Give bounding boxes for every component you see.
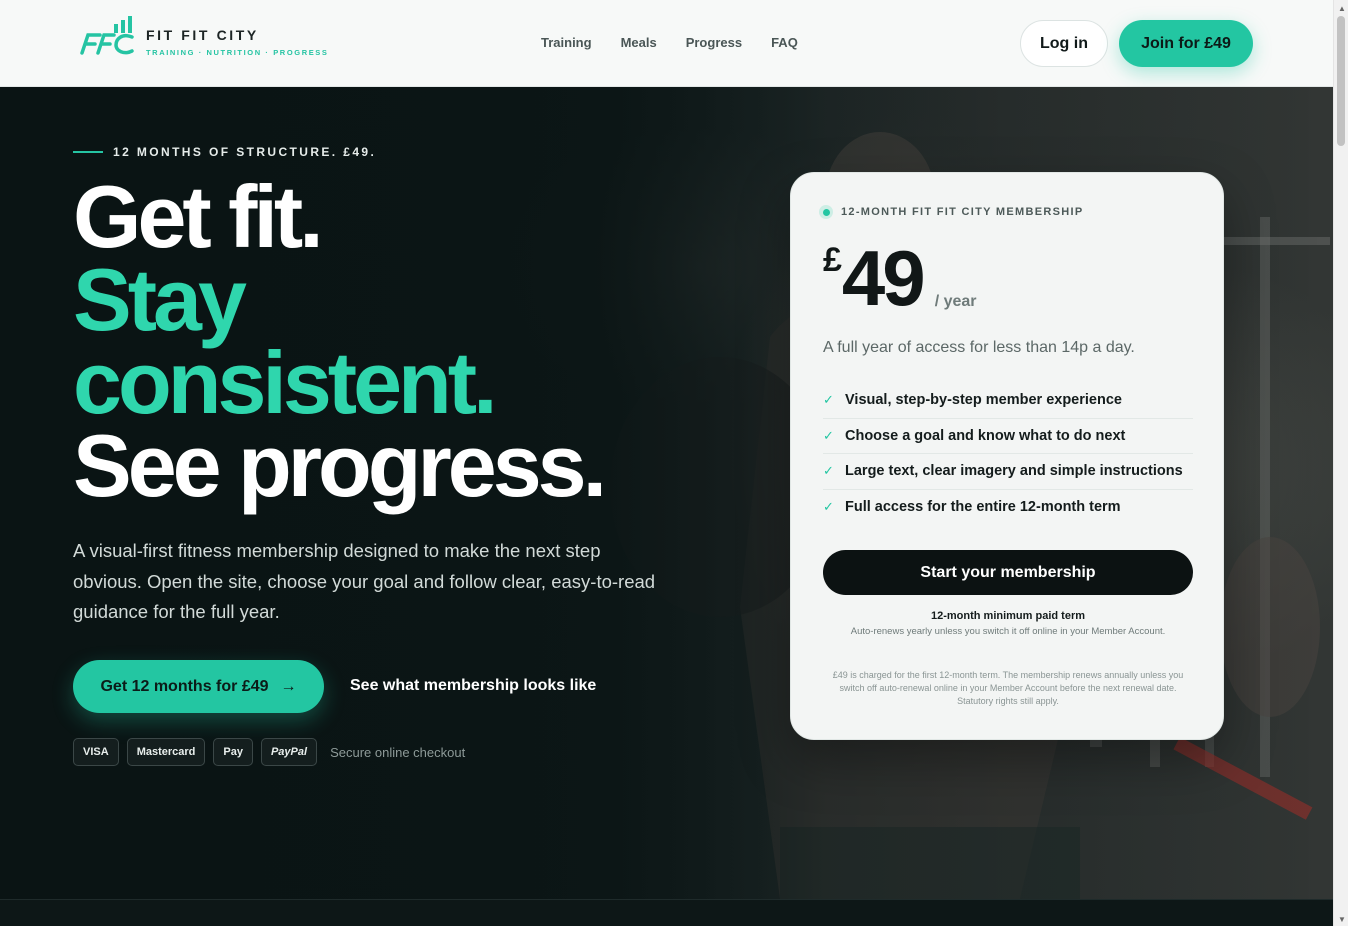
hero-description: A visual-first fitness membership design… [73, 540, 656, 622]
card-label-text: 12-MONTH FIT FIT CITY MEMBERSHIP [841, 206, 1084, 218]
visa-badge: VISA [73, 738, 119, 766]
price-amount: 49 [841, 234, 926, 322]
check-icon: ✓ [823, 463, 834, 479]
arrow-right-icon: → [280, 677, 297, 695]
page-scrollbar[interactable]: ▲ ▼ [1333, 0, 1348, 926]
nav-meals[interactable]: Meals [621, 35, 657, 50]
status-dot-icon [819, 205, 833, 219]
headline-line-3: consistent. [73, 333, 498, 432]
cta-primary-label: Get 12 months for £49 [100, 677, 269, 695]
headline-line-4: See progress. [73, 416, 607, 515]
term-subtitle: Auto-renews yearly unless you switch it … [850, 626, 1166, 637]
headline-line-1: Get fit. [73, 167, 324, 266]
get-membership-button[interactable]: Get 12 months for £49 → [73, 660, 324, 713]
nav-progress[interactable]: Progress [686, 35, 742, 50]
list-item: ✓ Visual, step-by-step member experience [823, 383, 1193, 419]
payment-methods: VISA Mastercard Pay PayPal Secure online… [73, 738, 465, 766]
scroll-down-icon[interactable]: ▼ [1338, 915, 1346, 924]
join-button[interactable]: Join for £49 [1119, 20, 1253, 67]
pricing-card: 12-MONTH FIT FIT CITY MEMBERSHIP £ 49 / … [790, 172, 1224, 740]
feature-text: Large text, clear imagery and simple ins… [845, 463, 1183, 480]
logo-mark-icon [80, 16, 134, 55]
eyebrow-divider [73, 151, 103, 153]
hero-eyebrow: 12 MONTHS OF STRUCTURE. £49. [73, 145, 376, 159]
login-button[interactable]: Log in [1020, 20, 1108, 67]
list-item: ✓ Large text, clear imagery and simple in… [823, 454, 1193, 490]
eyebrow-text: 12 MONTHS OF STRUCTURE. £49. [113, 145, 377, 159]
scroll-thumb[interactable] [1337, 16, 1345, 146]
stats-band [0, 899, 1333, 926]
headline-line-2: Stay [73, 250, 247, 349]
term-info: 12-month minimum paid term Auto-renews y… [823, 610, 1193, 637]
brand-tagline: TRAINING · NUTRITION · PROGRESS [146, 48, 329, 57]
check-icon: ✓ [823, 427, 834, 443]
see-membership-link[interactable]: See what membership looks like [350, 677, 596, 695]
brand-name: FIT FIT CITY [146, 27, 259, 43]
nav-training[interactable]: Training [541, 35, 592, 50]
feature-text: Full access for the entire 12-month term [845, 499, 1121, 516]
feature-text: Visual, step-by-step member experience [845, 392, 1122, 409]
card-subtitle: A full year of access for less than 14p … [823, 339, 1135, 356]
price-period: / year [934, 293, 977, 310]
main-nav: Training Meals Progress FAQ [541, 35, 798, 50]
term-title: 12-month minimum paid term [930, 610, 1086, 622]
secure-checkout-note: Secure online checkout [330, 744, 466, 760]
brand-logo[interactable]: FIT FIT CITY TRAINING · NUTRITION · PROG… [80, 15, 329, 57]
hero-headline: Get fit. Stay consistent. See progress. [73, 167, 607, 515]
site-header: FIT FIT CITY TRAINING · NUTRITION · PROG… [0, 0, 1333, 87]
price: £ 49 / year [823, 237, 977, 319]
list-item: ✓ Full access for the entire 12-month ter… [823, 490, 1193, 526]
price-currency: £ [823, 241, 842, 279]
check-icon: ✓ [823, 392, 834, 408]
list-item: ✓ Choose a goal and know what to do next [823, 419, 1193, 454]
check-icon: ✓ [823, 499, 834, 515]
feature-list: ✓ Visual, step-by-step member experience … [823, 383, 1193, 525]
mastercard-badge: Mastercard [126, 738, 206, 766]
start-membership-button[interactable]: Start your membership [823, 550, 1193, 595]
feature-text: Choose a goal and know what to do next [845, 427, 1126, 444]
paypal-badge: PayPal [260, 738, 318, 766]
fine-print: £49 is charged for the first 12-month te… [832, 670, 1184, 706]
scroll-up-icon[interactable]: ▲ [1338, 4, 1346, 13]
apple-pay-badge: Pay [213, 738, 253, 766]
nav-faq[interactable]: FAQ [771, 35, 798, 50]
card-label: 12-MONTH FIT FIT CITY MEMBERSHIP [819, 205, 1083, 219]
hero-section: 12 MONTHS OF STRUCTURE. £49. Get fit. St… [0, 87, 1333, 899]
